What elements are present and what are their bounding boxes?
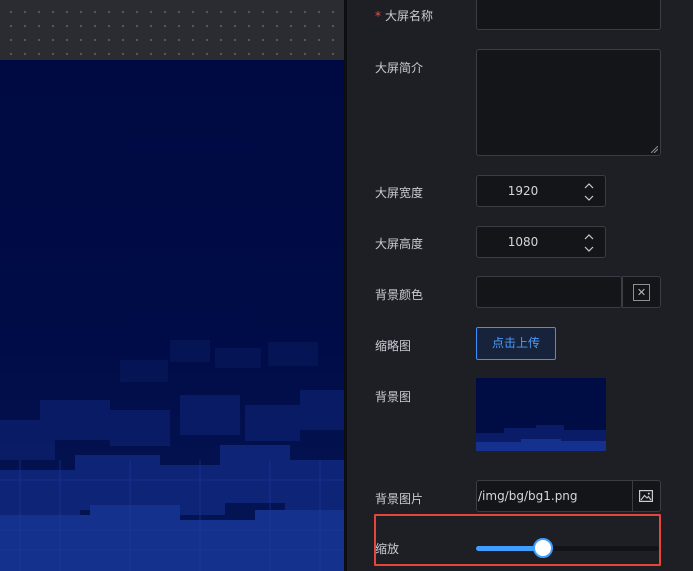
upload-button[interactable]: 点击上传 [476,327,556,360]
thumbnail-label: 缩略图 [375,339,412,353]
color-picker-button[interactable]: ✕ [622,276,661,308]
canvas-dot-grid [0,0,346,60]
name-label: * 大屏名称 [375,9,434,23]
height-label: 大屏高度 [375,237,424,251]
height-value[interactable]: 1080 [477,227,569,257]
description-label: 大屏简介 [375,61,424,75]
settings-panel: * 大屏名称 大屏简介 大屏宽度 1920 大屏高度 1080 背景颜色 ✕ 缩… [347,0,693,571]
width-number-input[interactable]: 1920 [476,175,606,207]
background-image-path-input[interactable]: /img/bg/bg1.png [476,480,633,512]
background-thumbnail-image [476,378,606,451]
decrease-arrow-icon[interactable] [583,192,595,204]
increase-arrow-icon[interactable] [583,231,595,243]
background-color-label: 背景颜色 [375,288,424,302]
image-icon [639,490,653,502]
description-textarea[interactable] [476,49,661,156]
width-label: 大屏宽度 [375,186,424,200]
name-input[interactable] [476,0,661,30]
decrease-arrow-icon[interactable] [583,243,595,255]
required-mark: * [375,9,381,23]
background-image-path-value[interactable]: /img/bg/bg1.png [478,481,578,511]
canvas-area [0,0,347,571]
width-value[interactable]: 1920 [477,176,569,206]
resize-grip-icon[interactable] [651,146,658,153]
background-color-input[interactable] [476,276,622,308]
canvas-preview[interactable] [0,60,344,571]
highlight-box [374,514,661,566]
background-image-preview[interactable] [476,378,606,451]
background-image-label: 背景图 [375,390,412,404]
cityscape-background [0,60,344,571]
height-number-input[interactable]: 1080 [476,226,606,258]
increase-arrow-icon[interactable] [583,180,595,192]
close-icon[interactable]: ✕ [633,284,650,301]
image-select-button[interactable] [633,480,661,512]
background-image-path-label: 背景图片 [375,492,424,506]
